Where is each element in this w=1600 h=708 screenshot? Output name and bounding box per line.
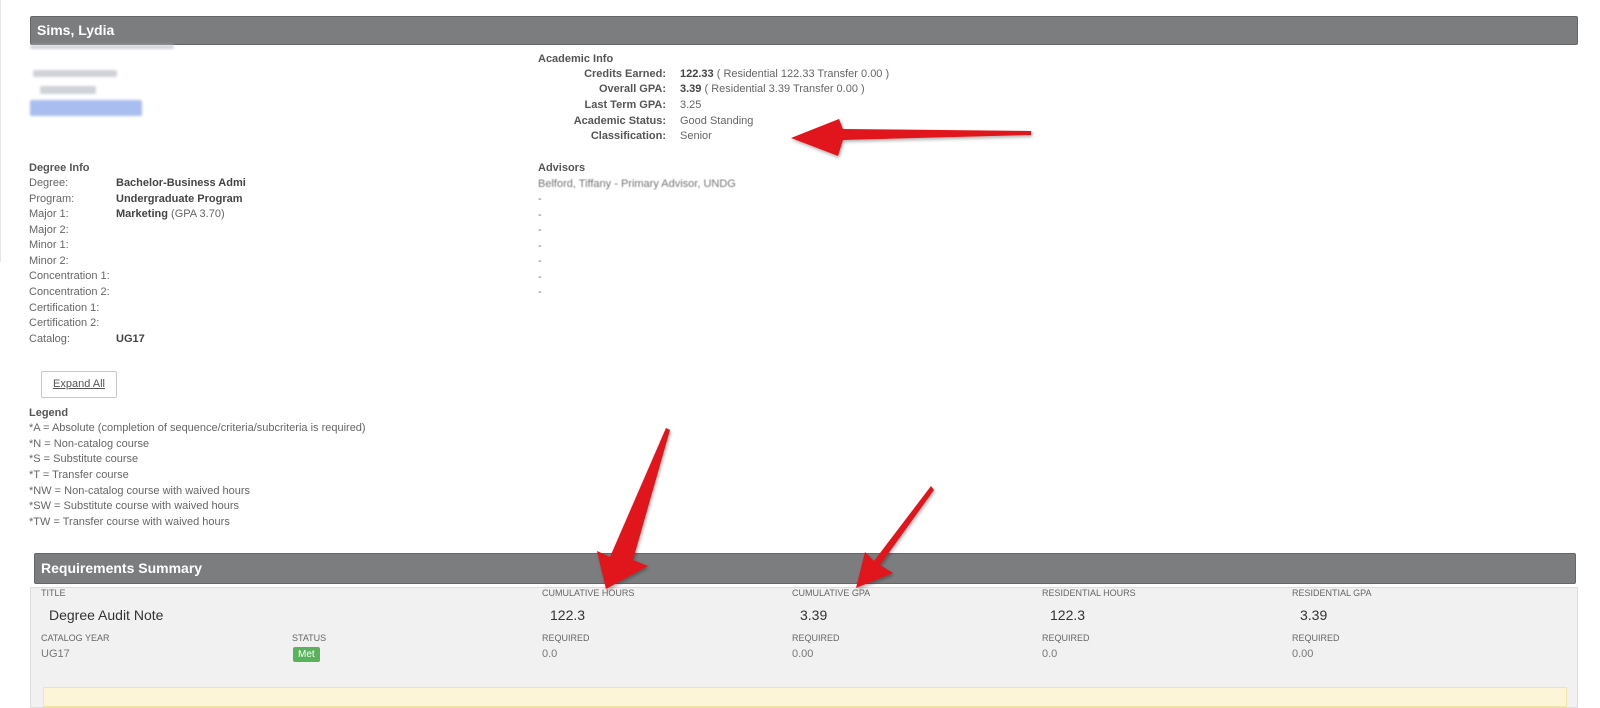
- redacted-student-detail: [33, 70, 117, 77]
- degree-value: Bachelor-Business Admi: [116, 177, 246, 189]
- classification-row: Classification: Senior: [540, 130, 1240, 146]
- academic-info-heading: Academic Info: [538, 53, 614, 65]
- advisor-slot: -: [538, 286, 542, 298]
- cumulative-hours-required-label: REQUIRED: [542, 633, 590, 643]
- requirements-summary-header[interactable]: Requirements Summary: [34, 553, 1576, 584]
- student-name-header: Sims, Lydia: [30, 16, 1578, 45]
- status-header: STATUS: [292, 633, 327, 643]
- primary-advisor-text: Belford, Tiffany - Primary Advisor, UNDG: [538, 178, 736, 190]
- residential-gpa-value: 3.39: [1300, 607, 1328, 623]
- advisor-slot: -: [538, 240, 542, 252]
- cumulative-gpa-value: 3.39: [800, 607, 828, 623]
- concentration-2-row: Concentration 2:: [29, 286, 509, 302]
- cumulative-hours-header: CUMULATIVE HOURS: [542, 588, 635, 598]
- redacted-email-link[interactable]: [30, 100, 142, 116]
- minor-1-label: Minor 1:: [29, 239, 69, 251]
- academic-status-row: Academic Status: Good Standing: [540, 115, 1240, 131]
- legend-item: *TW = Transfer course with waived hours: [29, 516, 230, 528]
- program-row: Program: Undergraduate Program: [29, 193, 509, 209]
- academic-status-label: Academic Status:: [573, 115, 666, 127]
- catalog-year-value: UG17: [41, 648, 70, 660]
- legend-item: *SW = Substitute course with waived hour…: [29, 500, 240, 512]
- legend-item: *NW = Non-catalog course with waived hou…: [29, 485, 251, 497]
- last-term-gpa-row: Last Term GPA: 3.25: [540, 99, 1240, 115]
- credits-earned-label: Credits Earned:: [584, 68, 666, 80]
- degree-row: Degree: Bachelor-Business Admi: [29, 177, 509, 193]
- advisor-slot: -: [538, 271, 542, 283]
- catalog-label: Catalog:: [29, 333, 70, 345]
- classification-value: Senior: [680, 130, 712, 142]
- residential-gpa-required-label: REQUIRED: [1292, 633, 1340, 643]
- degree-audit-note-box: [43, 687, 1567, 707]
- advisors-heading: Advisors: [538, 162, 586, 174]
- requirements-summary-panel: TITLE Degree Audit Note CATALOG YEAR UG1…: [30, 587, 1578, 708]
- academic-status-value: Good Standing: [680, 115, 754, 127]
- legend-item: *A = Absolute (completion of sequence/cr…: [29, 422, 366, 434]
- concentration-2-label: Concentration 2:: [29, 286, 110, 298]
- credits-earned-row: Credits Earned: 122.33 ( Residential 122…: [540, 68, 1240, 84]
- program-label: Program:: [29, 193, 75, 205]
- residential-hours-required-label: REQUIRED: [1042, 633, 1090, 643]
- status-met-badge: Met: [293, 647, 320, 662]
- classification-label: Classification:: [590, 130, 666, 142]
- minor-1-row: Minor 1:: [29, 239, 509, 255]
- legend-item: *T = Transfer course: [29, 469, 129, 481]
- overall-gpa-label: Overall GPA:: [598, 83, 666, 95]
- catalog-row: Catalog: UG17: [29, 333, 509, 349]
- advisor-slot: -: [538, 255, 542, 267]
- major-2-label: Major 2:: [29, 224, 69, 236]
- expand-all-button[interactable]: Expand All: [41, 371, 117, 398]
- concentration-1-row: Concentration 1:: [29, 270, 509, 286]
- legend-item: *N = Non-catalog course: [29, 438, 150, 450]
- legend-heading: Legend: [29, 407, 69, 419]
- catalog-value: UG17: [116, 333, 145, 345]
- concentration-1-label: Concentration 1:: [29, 270, 110, 282]
- major-1-label: Major 1:: [29, 208, 69, 220]
- legend-item: *S = Substitute course: [29, 453, 139, 465]
- major-1-value: Marketing (GPA 3.70): [116, 208, 225, 220]
- minor-2-label: Minor 2:: [29, 255, 69, 267]
- residential-hours-header: RESIDENTIAL HOURS: [1042, 588, 1136, 598]
- primary-advisor: Belford, Tiffany - Primary Advisor, UNDG: [538, 178, 736, 190]
- certification-2-row: Certification 2:: [29, 317, 509, 333]
- credits-earned-value: 122.33 ( Residential 122.33 Transfer 0.0…: [680, 68, 890, 80]
- cumulative-gpa-required-value: 0.00: [792, 648, 814, 660]
- redacted-student-id: [30, 45, 174, 49]
- cumulative-gpa-header: CUMULATIVE GPA: [792, 588, 871, 598]
- certification-1-label: Certification 1:: [29, 302, 100, 314]
- advisor-slot: -: [538, 209, 542, 221]
- overall-gpa-row: Overall GPA: 3.39 ( Residential 3.39 Tra…: [540, 83, 1240, 99]
- cumulative-gpa-required-label: REQUIRED: [792, 633, 840, 643]
- last-term-gpa-label: Last Term GPA:: [584, 99, 667, 111]
- redacted-student-detail: [40, 86, 96, 94]
- residential-hours-required-value: 0.0: [1042, 648, 1058, 660]
- certification-2-label: Certification 2:: [29, 317, 100, 329]
- degree-info-heading: Degree Info: [29, 162, 90, 174]
- overall-gpa-value: 3.39 ( Residential 3.39 Transfer 0.00 ): [680, 83, 865, 95]
- title-column-header: TITLE: [41, 588, 66, 598]
- left-border: [0, 0, 1, 262]
- residential-gpa-header: RESIDENTIAL GPA: [1292, 588, 1372, 598]
- program-value: Undergraduate Program: [116, 193, 243, 205]
- cumulative-hours-required-value: 0.0: [542, 648, 558, 660]
- minor-2-row: Minor 2:: [29, 255, 509, 271]
- major-1-row: Major 1: Marketing (GPA 3.70): [29, 208, 509, 224]
- cumulative-hours-value: 122.3: [550, 607, 586, 623]
- catalog-year-header: CATALOG YEAR: [41, 633, 110, 643]
- certification-1-row: Certification 1:: [29, 302, 509, 318]
- degree-label: Degree:: [29, 177, 69, 189]
- major-2-row: Major 2:: [29, 224, 509, 240]
- residential-hours-value: 122.3: [1050, 607, 1086, 623]
- degree-audit-note-title[interactable]: Degree Audit Note: [49, 607, 163, 623]
- advisor-slot: -: [538, 193, 542, 205]
- last-term-gpa-value: 3.25: [680, 99, 702, 111]
- residential-gpa-required-value: 0.00: [1292, 648, 1314, 660]
- advisor-slot: -: [538, 224, 542, 236]
